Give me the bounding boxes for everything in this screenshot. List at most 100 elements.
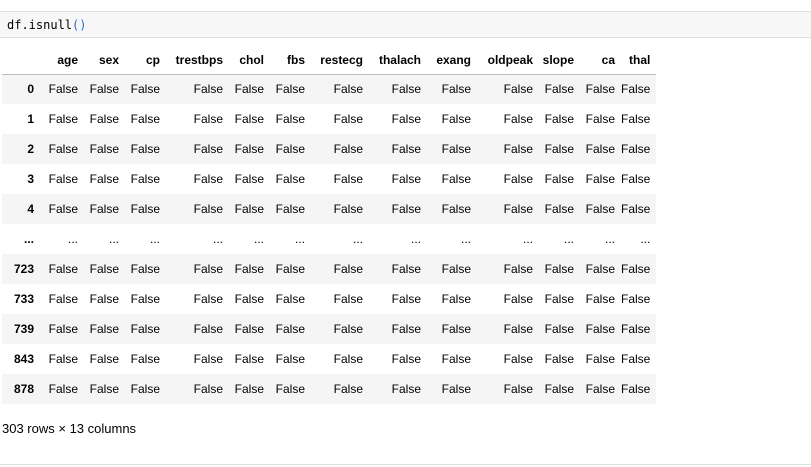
- row-index: 0: [27, 82, 34, 97]
- code-cell-input[interactable]: df.isnull(): [0, 11, 811, 38]
- table-cell: False: [234, 112, 264, 126]
- table-row: ........................................…: [2, 224, 656, 254]
- table-cell: False: [585, 202, 615, 216]
- table-cell: False: [544, 262, 574, 276]
- table-cell: False: [544, 292, 574, 306]
- table-cell: ...: [410, 232, 421, 246]
- table-row: 2 False False False False False False False Fals…: [2, 134, 657, 164]
- table-cell: ...: [294, 232, 305, 246]
- table-cell: False: [48, 142, 78, 156]
- table-cell: False: [89, 382, 119, 396]
- table-cell: False: [193, 202, 223, 216]
- table-cell: False: [621, 352, 651, 366]
- row-index: 2: [27, 142, 34, 156]
- table-cell: False: [275, 172, 305, 186]
- table-cell: False: [275, 202, 305, 216]
- row-index: 4: [27, 202, 34, 216]
- column-header-slope: slope: [539, 47, 580, 75]
- table-cell: False: [48, 112, 78, 126]
- table-cell: False: [585, 382, 615, 396]
- table-cell: False: [130, 382, 160, 396]
- table-cell: False: [193, 292, 223, 306]
- table-cell: False: [89, 112, 119, 126]
- table-row: 0 False False False False False False False Fals…: [2, 74, 657, 104]
- table-cell: False: [193, 382, 223, 396]
- column-header-sex: sex: [84, 47, 125, 75]
- column-header-fbs: fbs: [270, 47, 311, 75]
- table-cell: False: [391, 142, 421, 156]
- table-cell: False: [130, 82, 160, 97]
- table-cell: False: [333, 112, 363, 126]
- table-cell: False: [621, 142, 651, 156]
- table-cell: False: [89, 172, 119, 186]
- table-cell: False: [89, 142, 119, 156]
- table-row: 1 False False False False False False False Fals…: [2, 104, 656, 134]
- table-cell: False: [234, 172, 264, 186]
- column-header-thal: thal: [621, 47, 657, 75]
- table-cell: False: [621, 322, 651, 336]
- table-cell: False: [333, 202, 363, 216]
- column-header-restecg: restecg: [311, 47, 369, 75]
- table-cell: False: [333, 352, 363, 366]
- table-cell: False: [234, 292, 264, 306]
- row-index: 3: [27, 172, 34, 186]
- column-header-oldpeak: oldpeak: [477, 47, 539, 75]
- table-cell: False: [193, 262, 223, 276]
- table-row: 4 False False False False False False False Fals…: [2, 194, 657, 224]
- table-cell: False: [585, 262, 615, 276]
- table-cell: False: [391, 112, 421, 126]
- table-cell: False: [333, 172, 363, 186]
- column-header-trestbps: trestbps: [166, 47, 229, 75]
- table-cell: ...: [67, 232, 78, 246]
- table-cell: False: [48, 82, 78, 97]
- table-cell: False: [130, 172, 160, 186]
- table-cell: False: [503, 172, 533, 186]
- table-cell: False: [333, 292, 363, 306]
- table-cell: False: [275, 262, 305, 276]
- table-cell: False: [391, 322, 421, 336]
- table-cell: False: [503, 382, 533, 396]
- column-header-thalach: thalach: [369, 47, 427, 75]
- table-cell: False: [391, 172, 421, 186]
- cell-divider: [0, 464, 811, 465]
- row-index: 843: [13, 352, 34, 366]
- table-cell: False: [234, 202, 264, 216]
- table-cell: False: [333, 322, 363, 336]
- table-cell: False: [585, 142, 615, 156]
- table-cell: ...: [253, 232, 264, 246]
- table-cell: False: [48, 262, 78, 276]
- table-cell: False: [48, 322, 78, 336]
- table-body: 0 False False False False False False False Fals…: [2, 74, 657, 404]
- table-cell: ...: [352, 232, 363, 246]
- table-cell: False: [441, 142, 471, 156]
- table-cell: False: [130, 202, 160, 216]
- table-cell: False: [234, 322, 264, 336]
- table-cell: False: [391, 202, 421, 216]
- table-cell: False: [503, 292, 533, 306]
- table-cell: False: [275, 322, 305, 336]
- table-cell: ...: [640, 232, 651, 246]
- table-row: 739 False False False False False False False Fa…: [2, 314, 657, 344]
- table-cell: False: [333, 142, 363, 156]
- table-cell: False: [275, 352, 305, 366]
- table-cell: ...: [563, 232, 574, 246]
- table-cell: False: [89, 352, 119, 366]
- code-line[interactable]: df.isnull(): [7, 17, 86, 33]
- row-column-summary: 303 rows × 13 columns: [2, 421, 137, 436]
- table-cell: False: [130, 142, 160, 156]
- column-header-ca: ca: [580, 47, 621, 75]
- table-cell: False: [621, 82, 651, 97]
- table-cell: False: [503, 82, 533, 97]
- table-cell: False: [234, 82, 264, 97]
- row-index: ...: [23, 232, 34, 246]
- row-index: 878: [13, 382, 34, 396]
- table-cell: False: [544, 352, 574, 366]
- table-cell: False: [503, 142, 533, 156]
- table-cell: False: [585, 172, 615, 186]
- table-cell: False: [333, 82, 363, 97]
- table-cell: ...: [604, 232, 615, 246]
- table-cell: ...: [108, 232, 119, 246]
- column-header-chol: chol: [229, 47, 270, 75]
- table-cell: False: [333, 262, 363, 276]
- table-cell: False: [441, 262, 471, 276]
